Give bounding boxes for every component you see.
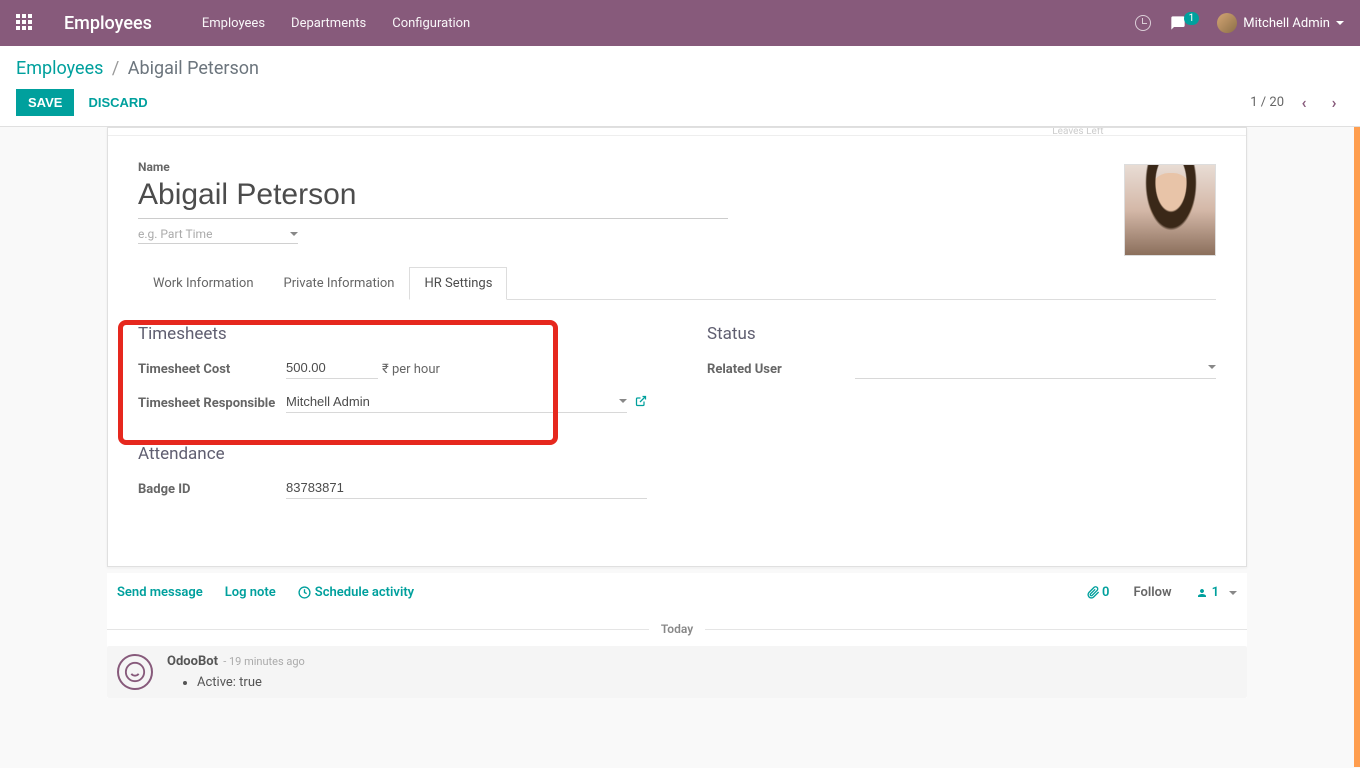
save-button[interactable]: SAVE <box>16 89 74 116</box>
stat-leaves-left[interactable]: Leaves Left <box>1052 128 1103 136</box>
badge-id-label: Badge ID <box>138 482 286 497</box>
content-area: Leaves Left Name e.g. Part Time Work Inf… <box>0 127 1360 767</box>
related-user-input[interactable] <box>855 360 1202 375</box>
user-avatar-icon <box>1217 13 1237 33</box>
tab-private-information[interactable]: Private Information <box>269 267 410 300</box>
timesheet-cost-input[interactable] <box>286 360 366 375</box>
tab-work-information[interactable]: Work Information <box>138 267 269 300</box>
related-user-row: Related User <box>707 356 1216 382</box>
message-time: - 19 minutes ago <box>223 655 305 668</box>
app-brand[interactable]: Employees <box>64 13 152 34</box>
tags-placeholder: e.g. Part Time <box>138 227 212 241</box>
name-label: Name <box>138 160 1216 174</box>
caret-down-icon <box>1229 591 1237 595</box>
followers-button[interactable]: 1 <box>1196 585 1237 600</box>
external-link-icon[interactable] <box>635 395 647 411</box>
tags-select[interactable]: e.g. Part Time <box>138 227 298 244</box>
attachments-count: 0 <box>1102 585 1109 600</box>
breadcrumb-root[interactable]: Employees <box>16 58 103 79</box>
chatter-toolbar: Send message Log note Schedule activity … <box>107 573 1247 612</box>
message-line: Active: true <box>197 675 1237 690</box>
message-content: Active: true <box>167 675 1237 690</box>
right-col: Status Related User <box>707 324 1216 510</box>
caret-down-icon[interactable] <box>619 399 627 403</box>
user-name: Mitchell Admin <box>1243 16 1330 31</box>
tabs: Work Information Private Information HR … <box>138 266 1216 300</box>
follow-button[interactable]: Follow <box>1133 585 1171 600</box>
attendance-heading: Attendance <box>138 444 647 464</box>
nav-employees[interactable]: Employees <box>202 16 265 31</box>
badge-id-row: Badge ID <box>138 476 647 502</box>
hr-settings-grid: Timesheets Timesheet Cost ₹ per hour <box>138 324 1216 510</box>
action-row: SAVE DISCARD 1 / 20 ‹ › <box>16 89 1344 116</box>
send-message-button[interactable]: Send message <box>117 585 203 600</box>
stat-buttons-row: Leaves Left <box>108 128 1246 136</box>
timesheet-responsible-label: Timesheet Responsible <box>138 396 286 411</box>
left-col: Timesheets Timesheet Cost ₹ per hour <box>138 324 647 510</box>
employee-photo[interactable] <box>1124 164 1216 256</box>
timesheet-cost-label: Timesheet Cost <box>138 362 286 377</box>
pager: 1 / 20 ‹ › <box>1250 93 1344 113</box>
nav-right: 1 Mitchell Admin <box>1135 13 1344 33</box>
user-menu[interactable]: Mitchell Admin <box>1217 13 1344 33</box>
control-panel: Employees / Abigail Peterson SAVE DISCAR… <box>0 46 1360 127</box>
bot-avatar-icon <box>117 654 153 690</box>
followers-count: 1 <box>1212 585 1219 600</box>
breadcrumb-sep: / <box>112 58 119 79</box>
badge-id-input[interactable] <box>286 480 647 495</box>
employee-name-input[interactable] <box>138 176 728 219</box>
timesheet-cost-row: Timesheet Cost ₹ per hour <box>138 356 647 382</box>
status-heading: Status <box>707 324 1216 344</box>
nav-configuration[interactable]: Configuration <box>392 16 470 31</box>
breadcrumb: Employees / Abigail Peterson <box>16 58 1344 79</box>
caret-down-icon <box>1336 21 1344 25</box>
caret-down-icon[interactable] <box>1208 365 1216 369</box>
apps-icon[interactable] <box>16 14 34 32</box>
chat-badge-count: 1 <box>1184 12 1200 25</box>
form-card: Leaves Left Name e.g. Part Time Work Inf… <box>107 127 1247 567</box>
related-user-label: Related User <box>707 362 855 377</box>
chatter: Send message Log note Schedule activity … <box>107 573 1247 698</box>
message-body: OdooBot - 19 minutes ago Active: true <box>167 654 1237 690</box>
message-item: OdooBot - 19 minutes ago Active: true <box>107 646 1247 698</box>
caret-down-icon <box>290 232 298 236</box>
top-nav: Employees Employees Departments Configur… <box>0 0 1360 46</box>
pager-text[interactable]: 1 / 20 <box>1250 95 1284 110</box>
clock-icon[interactable] <box>1135 15 1151 31</box>
tab-hr-settings[interactable]: HR Settings <box>409 267 507 300</box>
attachments-button[interactable]: 0 <box>1087 585 1109 600</box>
form-sheet: Leaves Left Name e.g. Part Time Work Inf… <box>107 127 1247 767</box>
schedule-activity-button[interactable]: Schedule activity <box>298 585 414 600</box>
pager-next-icon[interactable]: › <box>1324 93 1344 113</box>
messages-icon[interactable]: 1 <box>1169 15 1200 31</box>
discard-button[interactable]: DISCARD <box>88 95 147 110</box>
nav-departments[interactable]: Departments <box>291 16 366 31</box>
stat-placeholder <box>1184 128 1186 136</box>
timesheet-cost-suffix: ₹ per hour <box>382 362 440 377</box>
message-author[interactable]: OdooBot <box>167 654 218 669</box>
date-separator-label: Today <box>649 622 705 636</box>
timesheet-responsible-input[interactable] <box>286 394 613 409</box>
date-separator: Today <box>107 612 1247 646</box>
timesheet-responsible-row: Timesheet Responsible <box>138 390 647 416</box>
pager-prev-icon[interactable]: ‹ <box>1294 93 1314 113</box>
log-note-button[interactable]: Log note <box>225 585 276 600</box>
timesheets-heading: Timesheets <box>138 324 647 344</box>
breadcrumb-current: Abigail Peterson <box>128 58 259 79</box>
form-body: Name e.g. Part Time Work Information Pri… <box>108 136 1246 550</box>
schedule-activity-label: Schedule activity <box>315 585 414 600</box>
